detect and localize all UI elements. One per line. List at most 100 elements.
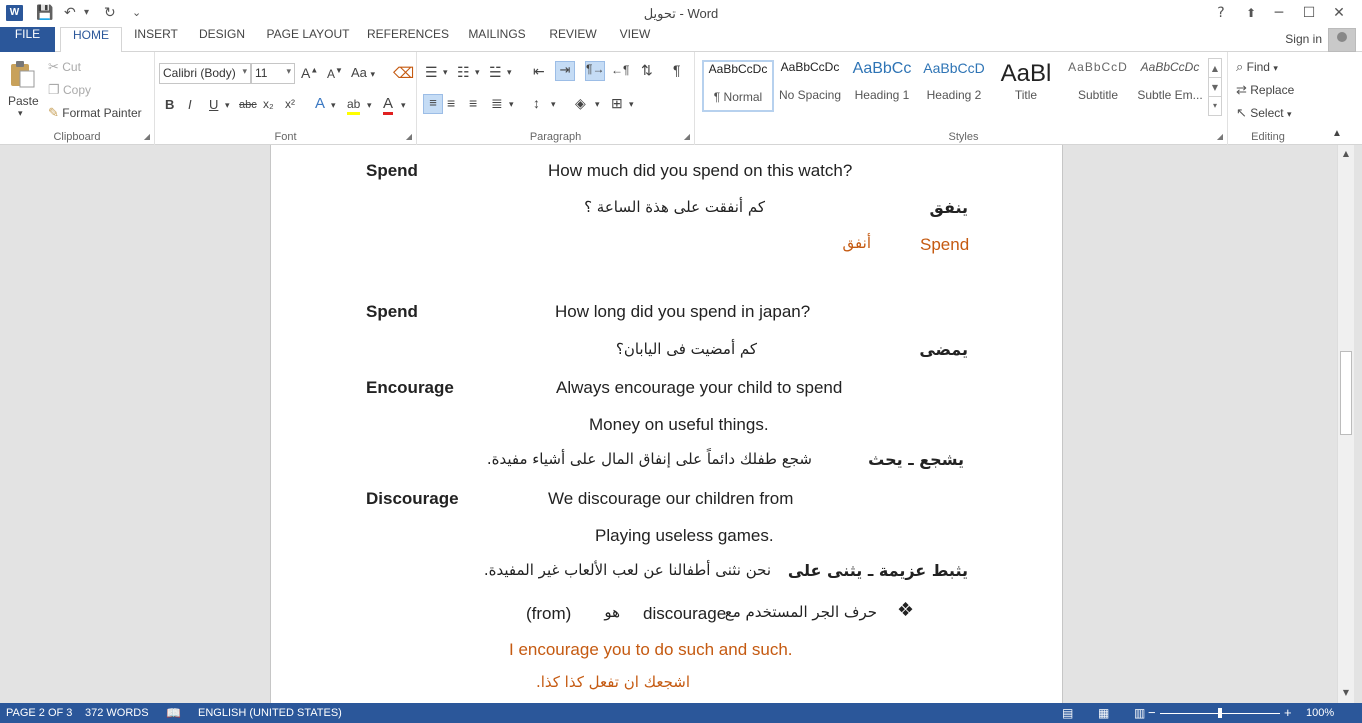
multilevel-list-icon[interactable]: ☱ xyxy=(489,64,502,81)
paragraph-launcher-icon[interactable]: ◢ xyxy=(684,132,690,141)
proofing-icon[interactable]: 📖 xyxy=(166,706,181,720)
help-button[interactable]: ? xyxy=(1208,3,1234,23)
gallery-more-icon[interactable]: ▾ xyxy=(1209,97,1221,115)
tab-design[interactable]: DESIGN xyxy=(194,27,250,52)
tab-review[interactable]: REVIEW xyxy=(544,27,602,52)
shading-icon[interactable]: ◈ xyxy=(575,95,586,112)
font-color-dropdown-icon[interactable]: ▾ xyxy=(401,100,406,111)
font-family-select[interactable]: Calibri (Body) ▾ xyxy=(159,63,251,84)
document-page[interactable]: Spend How much did you spend on this wat… xyxy=(270,145,1063,703)
style-subtitle[interactable]: AaBbCcD Subtitle xyxy=(1062,60,1134,112)
gallery-up-icon[interactable]: ▲ xyxy=(1209,59,1221,78)
print-layout-icon[interactable]: ▦ xyxy=(1098,706,1109,720)
minimize-button[interactable]: ─ xyxy=(1266,3,1292,23)
justify-icon[interactable]: ≣ xyxy=(491,95,503,112)
underline-button[interactable]: U xyxy=(209,97,218,112)
language-indicator[interactable]: ENGLISH (UNITED STATES) xyxy=(198,707,342,719)
grow-font-icon[interactable]: A▲ xyxy=(301,65,318,81)
gallery-down-icon[interactable]: ▼ xyxy=(1209,78,1221,97)
font-launcher-icon[interactable]: ◢ xyxy=(406,132,412,141)
style-heading-1[interactable]: AaBbCc Heading 1 xyxy=(846,60,918,112)
align-center-icon[interactable]: ≡ xyxy=(447,95,455,111)
zoom-in-button[interactable]: + xyxy=(1284,705,1292,720)
tab-file[interactable]: FILE xyxy=(0,27,55,52)
tab-references[interactable]: REFERENCES xyxy=(366,27,450,52)
clipboard-launcher-icon[interactable]: ◢ xyxy=(144,132,150,141)
styles-launcher-icon[interactable]: ◢ xyxy=(1217,132,1223,141)
decrease-indent-icon[interactable]: ⇤ xyxy=(533,63,545,80)
read-mode-icon[interactable]: ▤ xyxy=(1062,706,1073,720)
justify-dropdown-icon[interactable]: ▾ xyxy=(509,99,514,110)
shading-dropdown-icon[interactable]: ▾ xyxy=(595,99,600,110)
ribbon-display-options-button[interactable]: ⬆ xyxy=(1238,3,1264,23)
scroll-down-icon[interactable]: ▼ xyxy=(1338,688,1354,697)
collapse-ribbon-icon[interactable]: ▲ xyxy=(1332,128,1342,139)
page-count[interactable]: PAGE 2 OF 3 xyxy=(6,707,72,719)
bullets-dropdown-icon[interactable]: ▾ xyxy=(443,67,448,78)
bold-button[interactable]: B xyxy=(165,97,174,112)
rtl-direction-icon[interactable]: ←¶ xyxy=(611,63,629,77)
doc-line: اشجعك ان تفعل كذا كذا. xyxy=(535,673,690,691)
style-title[interactable]: AaBl Title xyxy=(990,60,1062,112)
sign-in-link[interactable]: Sign in xyxy=(1285,32,1322,46)
borders-dropdown-icon[interactable]: ▾ xyxy=(629,99,634,110)
italic-button[interactable]: I xyxy=(188,97,192,112)
paste-dropdown-icon[interactable]: ▾ xyxy=(18,108,23,119)
align-right-icon[interactable]: ≡ xyxy=(469,95,477,111)
style-heading-2[interactable]: AaBbCcD Heading 2 xyxy=(918,60,990,112)
clear-formatting-icon[interactable]: ⌫ xyxy=(393,64,414,82)
highlight-dropdown-icon[interactable]: ▾ xyxy=(367,100,372,111)
paste-icon[interactable] xyxy=(8,60,38,88)
numbering-icon[interactable]: ☷ xyxy=(457,64,470,81)
style-subtle-emphasis[interactable]: AaBbCcDc Subtle Em... xyxy=(1134,60,1206,112)
format-painter-button[interactable]: ✎ Format Painter xyxy=(48,105,142,121)
tab-mailings[interactable]: MAILINGS xyxy=(462,27,532,52)
restore-button[interactable]: ☐ xyxy=(1296,3,1322,23)
tab-page-layout[interactable]: PAGE LAYOUT xyxy=(264,27,352,52)
style-normal[interactable]: AaBbCcDc ¶ Normal xyxy=(702,60,774,112)
text-effects-button[interactable]: A xyxy=(315,95,325,112)
borders-icon[interactable]: ⊞ xyxy=(611,95,623,112)
ltr-direction-icon[interactable]: ¶→ xyxy=(585,61,605,81)
numbering-dropdown-icon[interactable]: ▾ xyxy=(475,67,480,78)
underline-dropdown-icon[interactable]: ▾ xyxy=(225,100,230,111)
zoom-slider-thumb[interactable] xyxy=(1218,708,1222,718)
select-button[interactable]: ↖ Select ▾ xyxy=(1236,105,1291,121)
copy-button[interactable]: ❐ Copy xyxy=(48,82,91,98)
multilevel-dropdown-icon[interactable]: ▾ xyxy=(507,67,512,78)
close-button[interactable]: ✕ xyxy=(1326,3,1352,23)
find-button[interactable]: ⌕ Find ▾ xyxy=(1236,59,1278,75)
font-size-select[interactable]: 11 ▾ xyxy=(251,63,295,84)
style-no-spacing[interactable]: AaBbCcDc No Spacing xyxy=(774,60,846,112)
tab-insert[interactable]: INSERT xyxy=(130,27,182,52)
paste-button[interactable]: Paste xyxy=(8,94,39,108)
show-hide-marks-button[interactable]: ¶ xyxy=(673,62,681,78)
bullets-icon[interactable]: ☰ xyxy=(425,64,438,81)
tab-view[interactable]: VIEW xyxy=(614,27,656,52)
increase-indent-icon[interactable]: ⇥ xyxy=(555,61,575,81)
line-spacing-dropdown-icon[interactable]: ▾ xyxy=(551,99,556,110)
sort-icon[interactable]: ⇅ xyxy=(641,62,653,79)
web-layout-icon[interactable]: ▥ xyxy=(1134,706,1145,720)
strikethrough-button[interactable]: abc xyxy=(239,99,257,111)
vertical-scrollbar[interactable]: ▲ ▼ xyxy=(1337,145,1354,703)
cut-button[interactable]: ✂ Cut xyxy=(48,59,81,75)
zoom-level[interactable]: 100% xyxy=(1306,707,1334,719)
scroll-up-icon[interactable]: ▲ xyxy=(1338,149,1354,158)
scrollbar-thumb[interactable] xyxy=(1340,351,1352,435)
zoom-out-button[interactable]: − xyxy=(1148,705,1156,720)
font-color-button[interactable]: A xyxy=(383,95,394,115)
highlight-button[interactable]: ab xyxy=(347,97,361,115)
subscript-button[interactable]: x₂ xyxy=(263,97,274,111)
line-spacing-icon[interactable]: ↕ xyxy=(533,95,540,111)
shrink-font-icon[interactable]: A▼ xyxy=(327,66,343,81)
text-effects-dropdown-icon[interactable]: ▾ xyxy=(331,100,336,111)
change-case-button[interactable]: Aa ▾ xyxy=(351,65,375,80)
word-count[interactable]: 372 WORDS xyxy=(85,707,149,719)
replace-button[interactable]: ⇄ Replace xyxy=(1236,82,1294,98)
tab-home[interactable]: HOME xyxy=(60,27,122,53)
styles-gallery-scroll[interactable]: ▲ ▼ ▾ xyxy=(1208,58,1222,116)
superscript-button[interactable]: x² xyxy=(285,97,295,111)
avatar[interactable] xyxy=(1328,28,1356,52)
align-left-icon[interactable]: ≡ xyxy=(423,94,443,114)
